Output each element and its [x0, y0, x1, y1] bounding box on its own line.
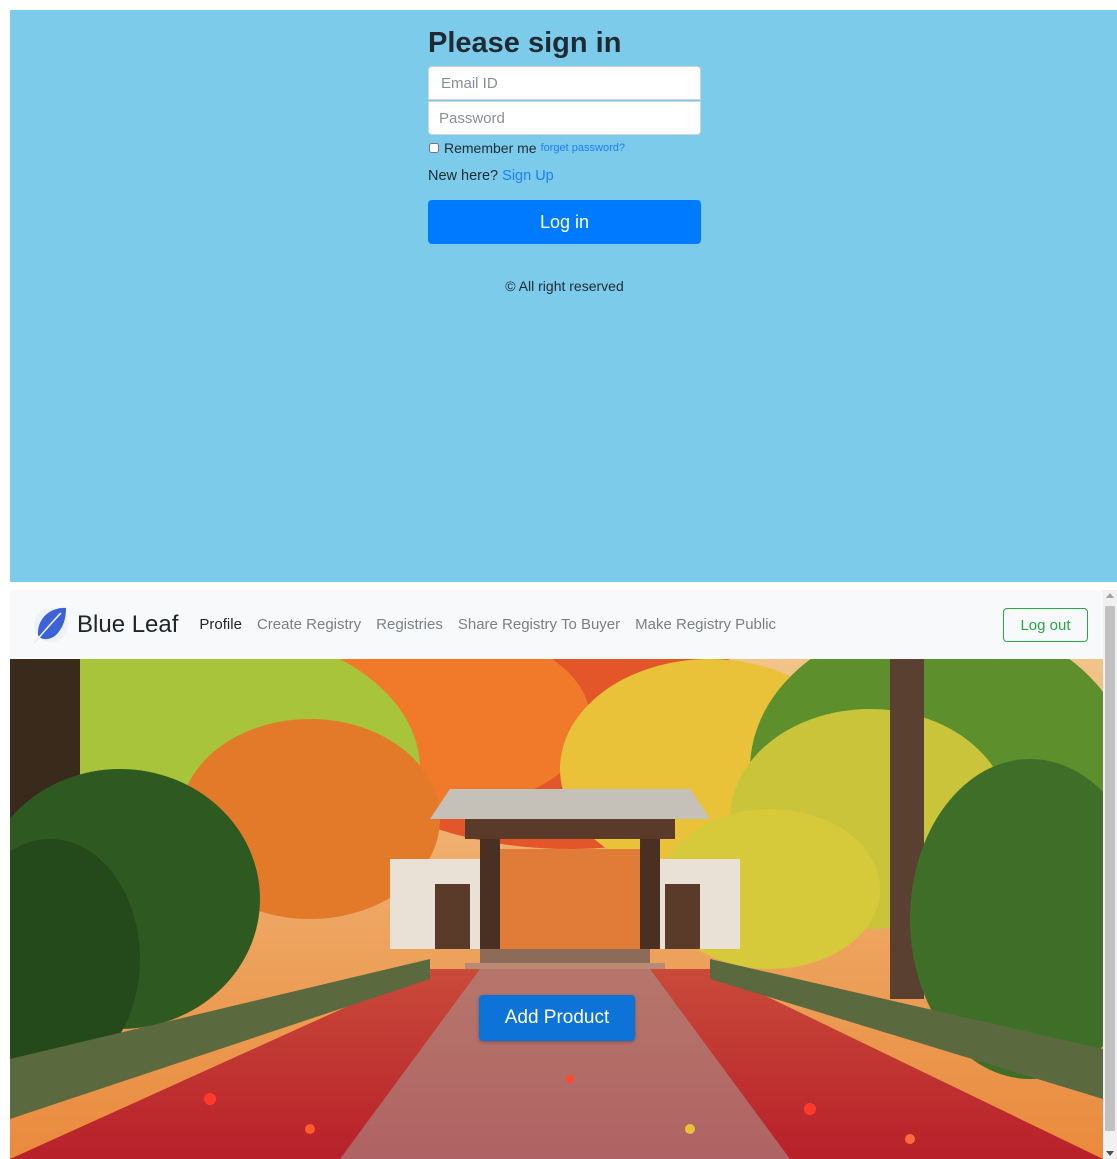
scroll-up-arrow-icon[interactable]	[1106, 593, 1114, 598]
hero-image	[10, 659, 1103, 1159]
remember-me-checkbox[interactable]	[429, 143, 439, 153]
nav-item-registries[interactable]: Registries	[376, 616, 443, 633]
copyright-text: © All right reserved	[505, 278, 624, 294]
nav-links: Profile Create Registry Registries Share…	[199, 616, 791, 633]
add-product-button[interactable]: Add Product	[479, 995, 635, 1041]
forgot-password-link[interactable]: forget password?	[541, 142, 625, 154]
navbar: Blue Leaf Profile Create Registry Regist…	[10, 590, 1103, 659]
remember-me-label: Remember me	[444, 140, 537, 156]
brand-link[interactable]: Blue Leaf	[30, 604, 178, 646]
new-here-row: New here? Sign Up	[428, 167, 701, 185]
scroll-down-arrow-icon[interactable]	[1106, 1151, 1114, 1156]
app-panel: Blue Leaf Profile Create Registry Regist…	[10, 590, 1117, 1159]
vertical-scrollbar[interactable]	[1103, 590, 1117, 1159]
log-in-button[interactable]: Log in	[428, 200, 701, 244]
nav-item-share-registry[interactable]: Share Registry To Buyer	[458, 616, 620, 633]
login-panel: Please sign in Remember me forget passwo…	[10, 10, 1117, 582]
hero-banner: Add Product	[10, 659, 1103, 1159]
log-out-button[interactable]: Log out	[1003, 608, 1088, 642]
password-field[interactable]	[428, 101, 701, 135]
sign-up-link[interactable]: Sign Up	[502, 168, 554, 184]
nav-item-profile[interactable]: Profile	[199, 616, 242, 633]
page-title: Please sign in	[428, 27, 622, 59]
scrollbar-thumb[interactable]	[1105, 606, 1115, 1131]
nav-item-make-registry-public[interactable]: Make Registry Public	[635, 616, 776, 633]
blue-leaf-logo-icon	[33, 607, 68, 644]
new-here-text: New here?	[428, 168, 499, 184]
remember-row: Remember me forget password?	[428, 139, 701, 157]
nav-item-create-registry[interactable]: Create Registry	[257, 616, 361, 633]
brand-name: Blue Leaf	[77, 610, 179, 638]
login-form: Please sign in Remember me forget passwo…	[428, 26, 701, 294]
email-field[interactable]	[428, 66, 701, 100]
